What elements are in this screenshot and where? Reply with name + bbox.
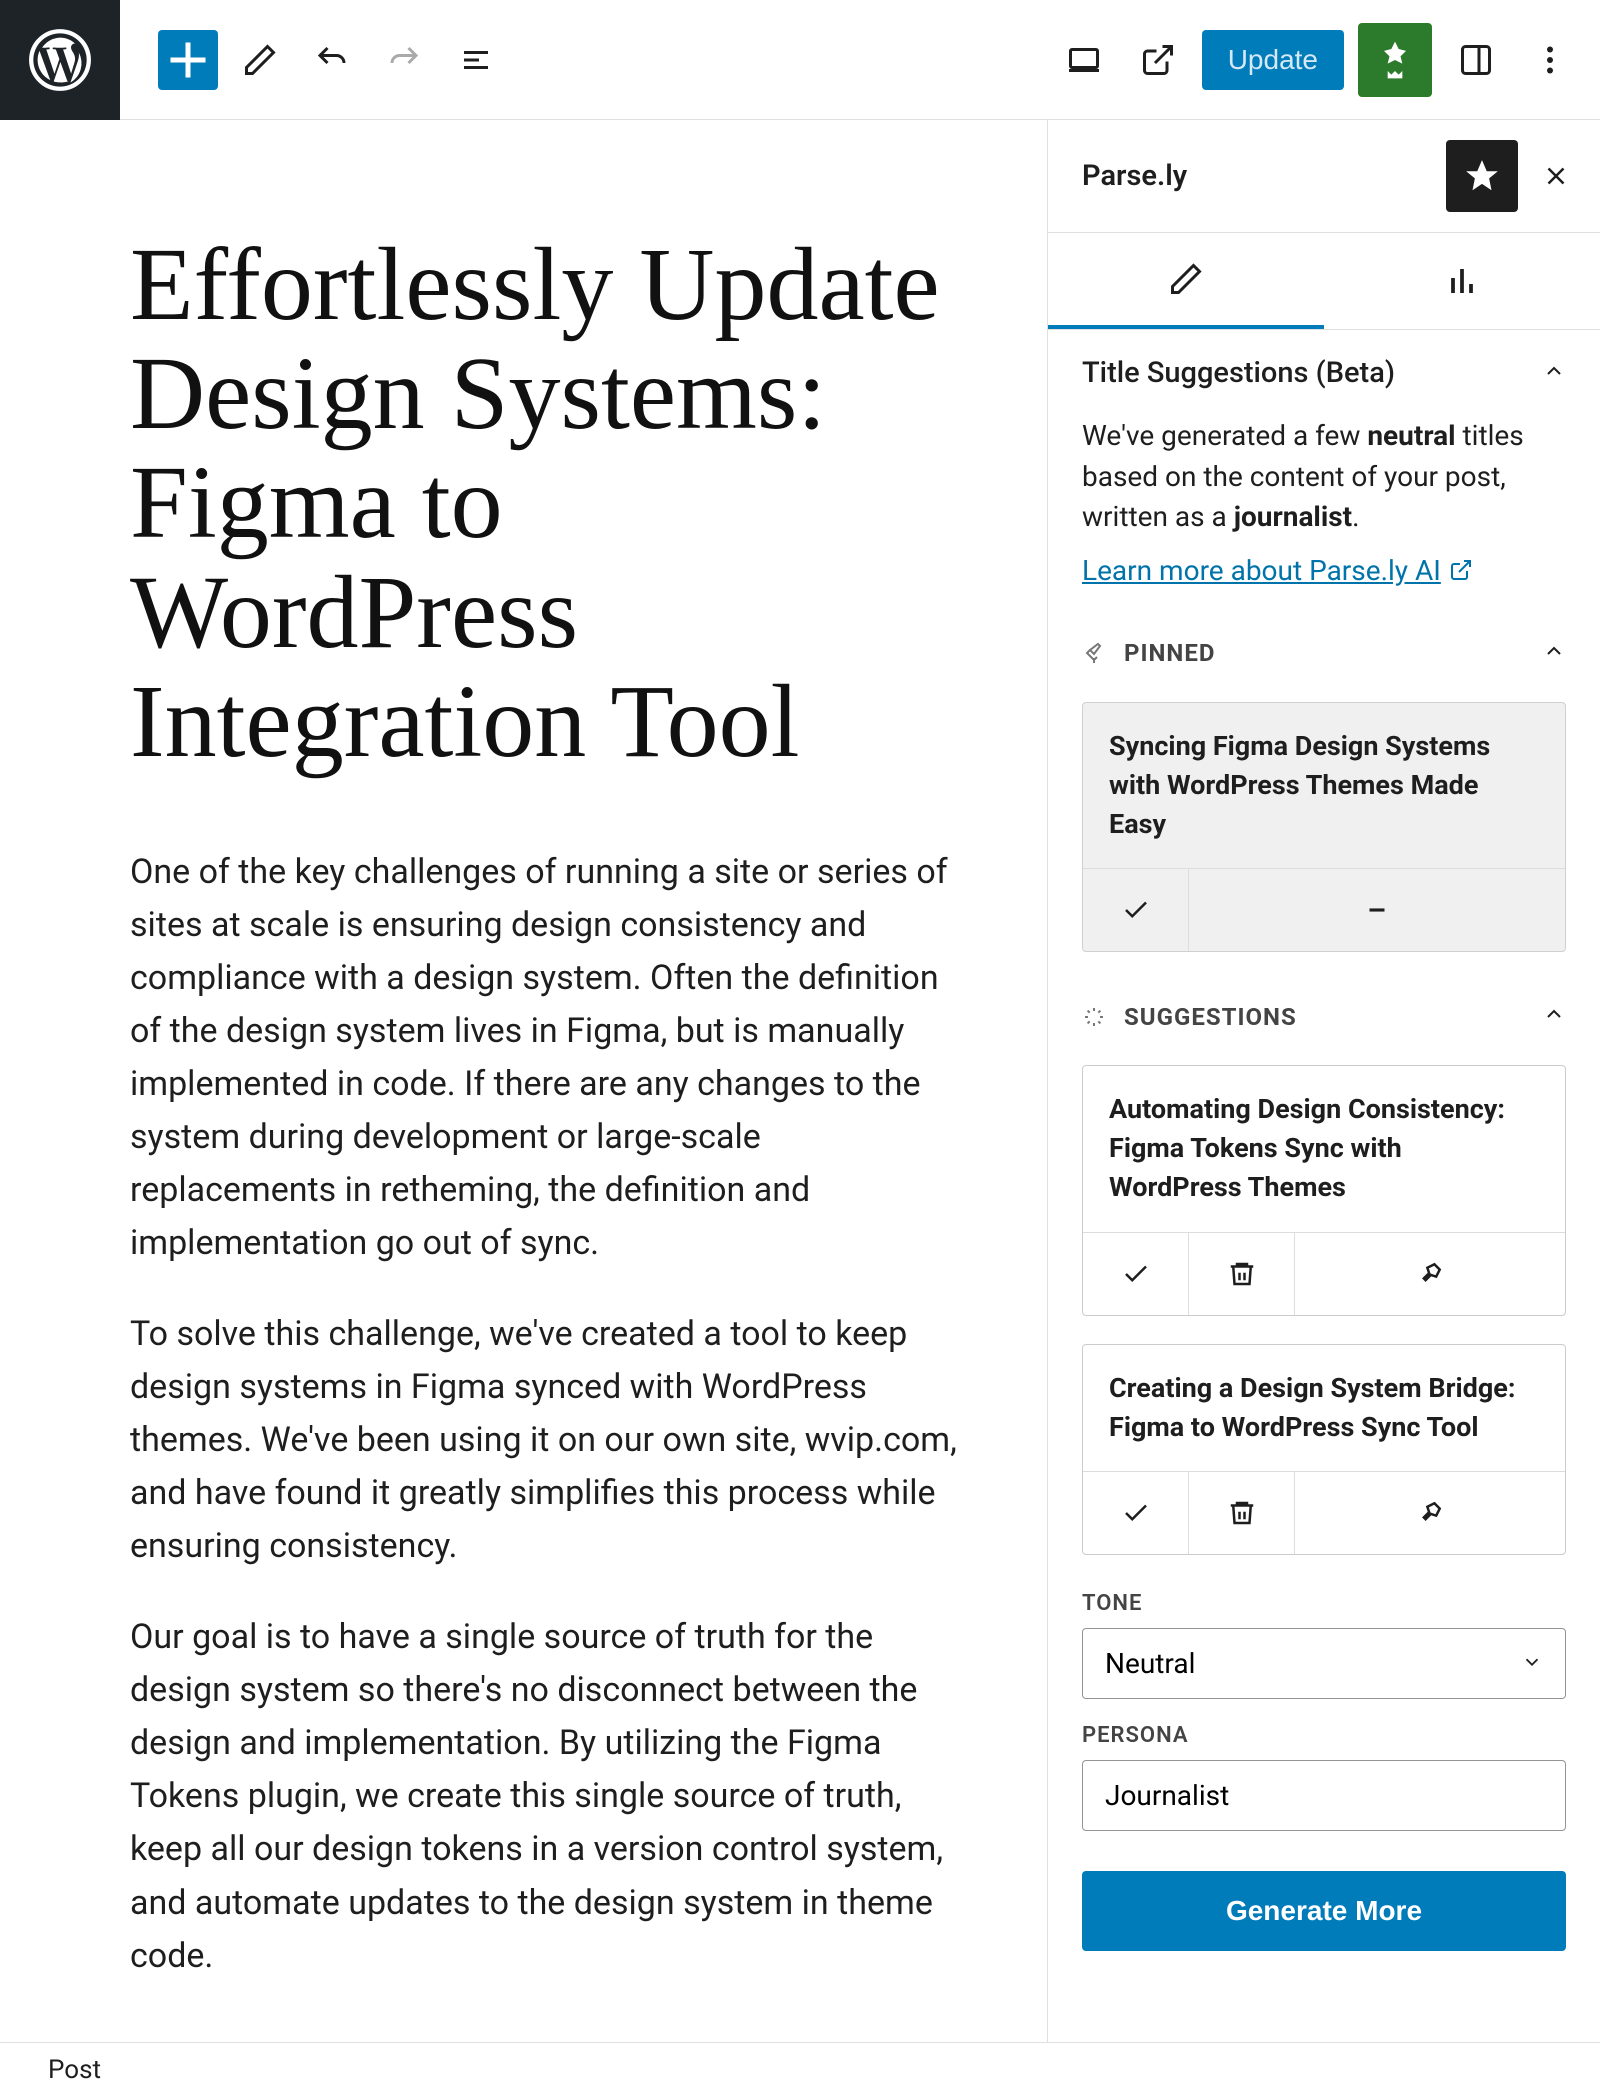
update-button[interactable]: Update <box>1202 30 1344 90</box>
toolbar-left <box>158 30 506 90</box>
more-options-icon[interactable] <box>1520 30 1580 90</box>
persona-select[interactable]: Journalist <box>1082 1760 1566 1831</box>
chevron-up-icon <box>1542 637 1566 670</box>
suggestion-card: Creating a Design System Bridge: Figma t… <box>1082 1344 1566 1555</box>
post-paragraph[interactable]: Our goal is to have a single source of t… <box>130 1611 969 1982</box>
suggestion-text: Automating Design Consistency: Figma Tok… <box>1083 1066 1565 1231</box>
title-suggestions-header[interactable]: Title Suggestions (Beta) <box>1048 330 1600 416</box>
pinned-header[interactable]: PINNED <box>1048 617 1600 690</box>
redo-icon[interactable] <box>374 30 434 90</box>
device-preview-icon[interactable] <box>1054 30 1114 90</box>
accept-suggestion-button[interactable] <box>1083 1233 1189 1315</box>
chevron-up-icon <box>1542 1000 1566 1033</box>
tone-group: TONE Neutral <box>1048 1583 1600 1715</box>
parsely-plugin-icon[interactable] <box>1358 23 1432 97</box>
panel-title: Parse.ly <box>1082 159 1187 193</box>
suggestions-description: We've generated a few neutral titles bas… <box>1048 416 1600 554</box>
close-panel-icon[interactable] <box>1536 140 1576 212</box>
add-block-button[interactable] <box>158 30 218 90</box>
panel-tabs <box>1048 233 1600 330</box>
chevron-down-icon <box>1521 1647 1543 1680</box>
wordpress-logo[interactable] <box>0 0 120 120</box>
suggestions-header[interactable]: SUGGESTIONS <box>1048 980 1600 1053</box>
persona-label: PERSONA <box>1082 1723 1566 1748</box>
pencil-icon[interactable] <box>230 30 290 90</box>
breadcrumb[interactable]: Post <box>48 2055 101 2085</box>
tone-label: TONE <box>1082 1591 1566 1616</box>
tone-select[interactable]: Neutral <box>1082 1628 1566 1699</box>
list-view-icon[interactable] <box>446 30 506 90</box>
post-paragraph[interactable]: To solve this challenge, we've created a… <box>130 1308 969 1573</box>
suggestion-card: Automating Design Consistency: Figma Tok… <box>1082 1065 1566 1315</box>
panel-header: Parse.ly <box>1048 120 1600 233</box>
accept-suggestion-button[interactable] <box>1083 869 1189 951</box>
learn-more-link[interactable]: Learn more about Parse.ly AI <box>1048 554 1507 617</box>
settings-panel-icon[interactable] <box>1446 30 1506 90</box>
editor-footer: Post <box>0 2042 1600 2096</box>
post-paragraph[interactable]: One of the key challenges of running a s… <box>130 846 969 1270</box>
tab-edit[interactable] <box>1048 233 1324 329</box>
toolbar-right: Update <box>1054 23 1580 97</box>
pin-suggestion-button[interactable] <box>1295 1233 1565 1315</box>
post-body[interactable]: One of the key challenges of running a s… <box>130 846 969 1983</box>
post-title[interactable]: Effortlessly Update Design Systems: Figm… <box>130 230 969 776</box>
chevron-down-icon <box>1521 1779 1543 1812</box>
external-preview-icon[interactable] <box>1128 30 1188 90</box>
tab-analytics[interactable] <box>1324 233 1600 329</box>
suggestion-text: Creating a Design System Bridge: Figma t… <box>1083 1345 1565 1471</box>
generate-more-button[interactable]: Generate More <box>1082 1871 1566 1951</box>
favorite-button[interactable] <box>1446 140 1518 212</box>
pinned-suggestion-card: Syncing Figma Design Systems with WordPr… <box>1082 702 1566 952</box>
persona-group: PERSONA Journalist <box>1048 1715 1600 1847</box>
chevron-up-icon <box>1542 357 1566 390</box>
editor-toolbar: Update <box>0 0 1600 120</box>
delete-suggestion-button[interactable] <box>1189 1472 1295 1554</box>
parsely-sidebar: Parse.ly Title Suggestions (Beta) <box>1047 120 1600 2042</box>
unpin-suggestion-button[interactable] <box>1189 869 1565 951</box>
pin-suggestion-button[interactable] <box>1295 1472 1565 1554</box>
post-editor[interactable]: Effortlessly Update Design Systems: Figm… <box>0 120 1047 2042</box>
delete-suggestion-button[interactable] <box>1189 1233 1295 1315</box>
accept-suggestion-button[interactable] <box>1083 1472 1189 1554</box>
suggestion-text: Syncing Figma Design Systems with WordPr… <box>1083 703 1565 868</box>
undo-icon[interactable] <box>302 30 362 90</box>
